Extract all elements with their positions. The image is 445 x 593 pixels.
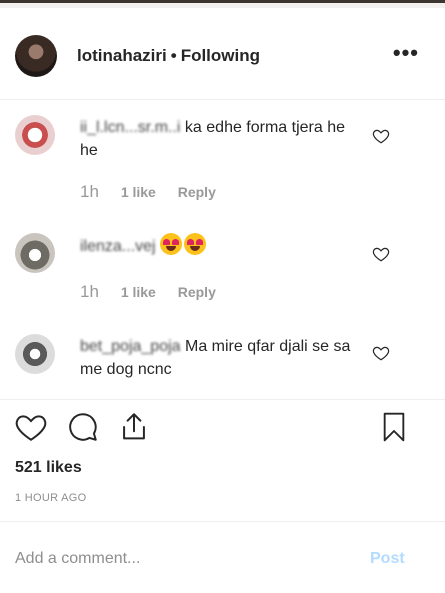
- post-timestamp: 1 HOUR AGO: [15, 492, 87, 504]
- reply-button[interactable]: Reply: [178, 184, 216, 200]
- section-divider: [0, 399, 445, 400]
- header-text: lotinahaziri • Following: [77, 46, 260, 66]
- heart-icon[interactable]: [372, 127, 390, 145]
- share-icon[interactable]: [117, 410, 151, 444]
- more-options-icon[interactable]: •••: [393, 40, 419, 66]
- add-comment-bar: Add a comment... Post: [0, 521, 445, 593]
- comment-icon[interactable]: [66, 410, 100, 444]
- comment-avatar[interactable]: [15, 334, 55, 374]
- comment-body: bet_poja_poja Ma mire qfar djali se sa m…: [80, 335, 355, 381]
- comment-username[interactable]: ii_l.lcn...sr.m..i: [80, 119, 180, 136]
- comment-body: ii_l.lcn...sr.m..i ka edhe forma tjera h…: [80, 116, 355, 162]
- comment-input[interactable]: Add a comment...: [15, 550, 140, 568]
- bookmark-icon[interactable]: [378, 410, 410, 444]
- heart-icon[interactable]: [14, 410, 48, 444]
- post-button[interactable]: Post: [370, 550, 405, 568]
- comment-username[interactable]: bet_poja_poja: [80, 338, 181, 355]
- following-button[interactable]: Following: [181, 46, 260, 65]
- username-link[interactable]: lotinahaziri: [77, 46, 167, 65]
- comment-time: 1h: [80, 182, 99, 201]
- likes-count[interactable]: 521 likes: [15, 459, 82, 477]
- comment-meta: 1h 1 like Reply: [80, 282, 216, 302]
- avatar[interactable]: [15, 35, 57, 77]
- post-header: lotinahaziri • Following •••: [0, 8, 445, 100]
- top-bar: [0, 0, 445, 8]
- comment-avatar[interactable]: [15, 115, 55, 155]
- heart-icon[interactable]: [372, 245, 390, 263]
- reply-button[interactable]: Reply: [178, 284, 216, 300]
- comment-likes[interactable]: 1 like: [121, 184, 156, 200]
- comment-body: ilenza...vej: [80, 233, 355, 258]
- heart-icon[interactable]: [372, 344, 390, 362]
- action-bar: [0, 410, 445, 454]
- heart-eyes-emoji-icon: [184, 233, 207, 255]
- comment-username[interactable]: ilenza...vej: [80, 238, 156, 255]
- separator-dot: •: [170, 46, 177, 65]
- comment-meta: 1h 1 like Reply: [80, 182, 216, 202]
- comment-likes[interactable]: 1 like: [121, 284, 156, 300]
- heart-eyes-emoji-icon: [160, 233, 183, 255]
- comment-avatar[interactable]: [15, 233, 55, 273]
- comment-time: 1h: [80, 282, 99, 301]
